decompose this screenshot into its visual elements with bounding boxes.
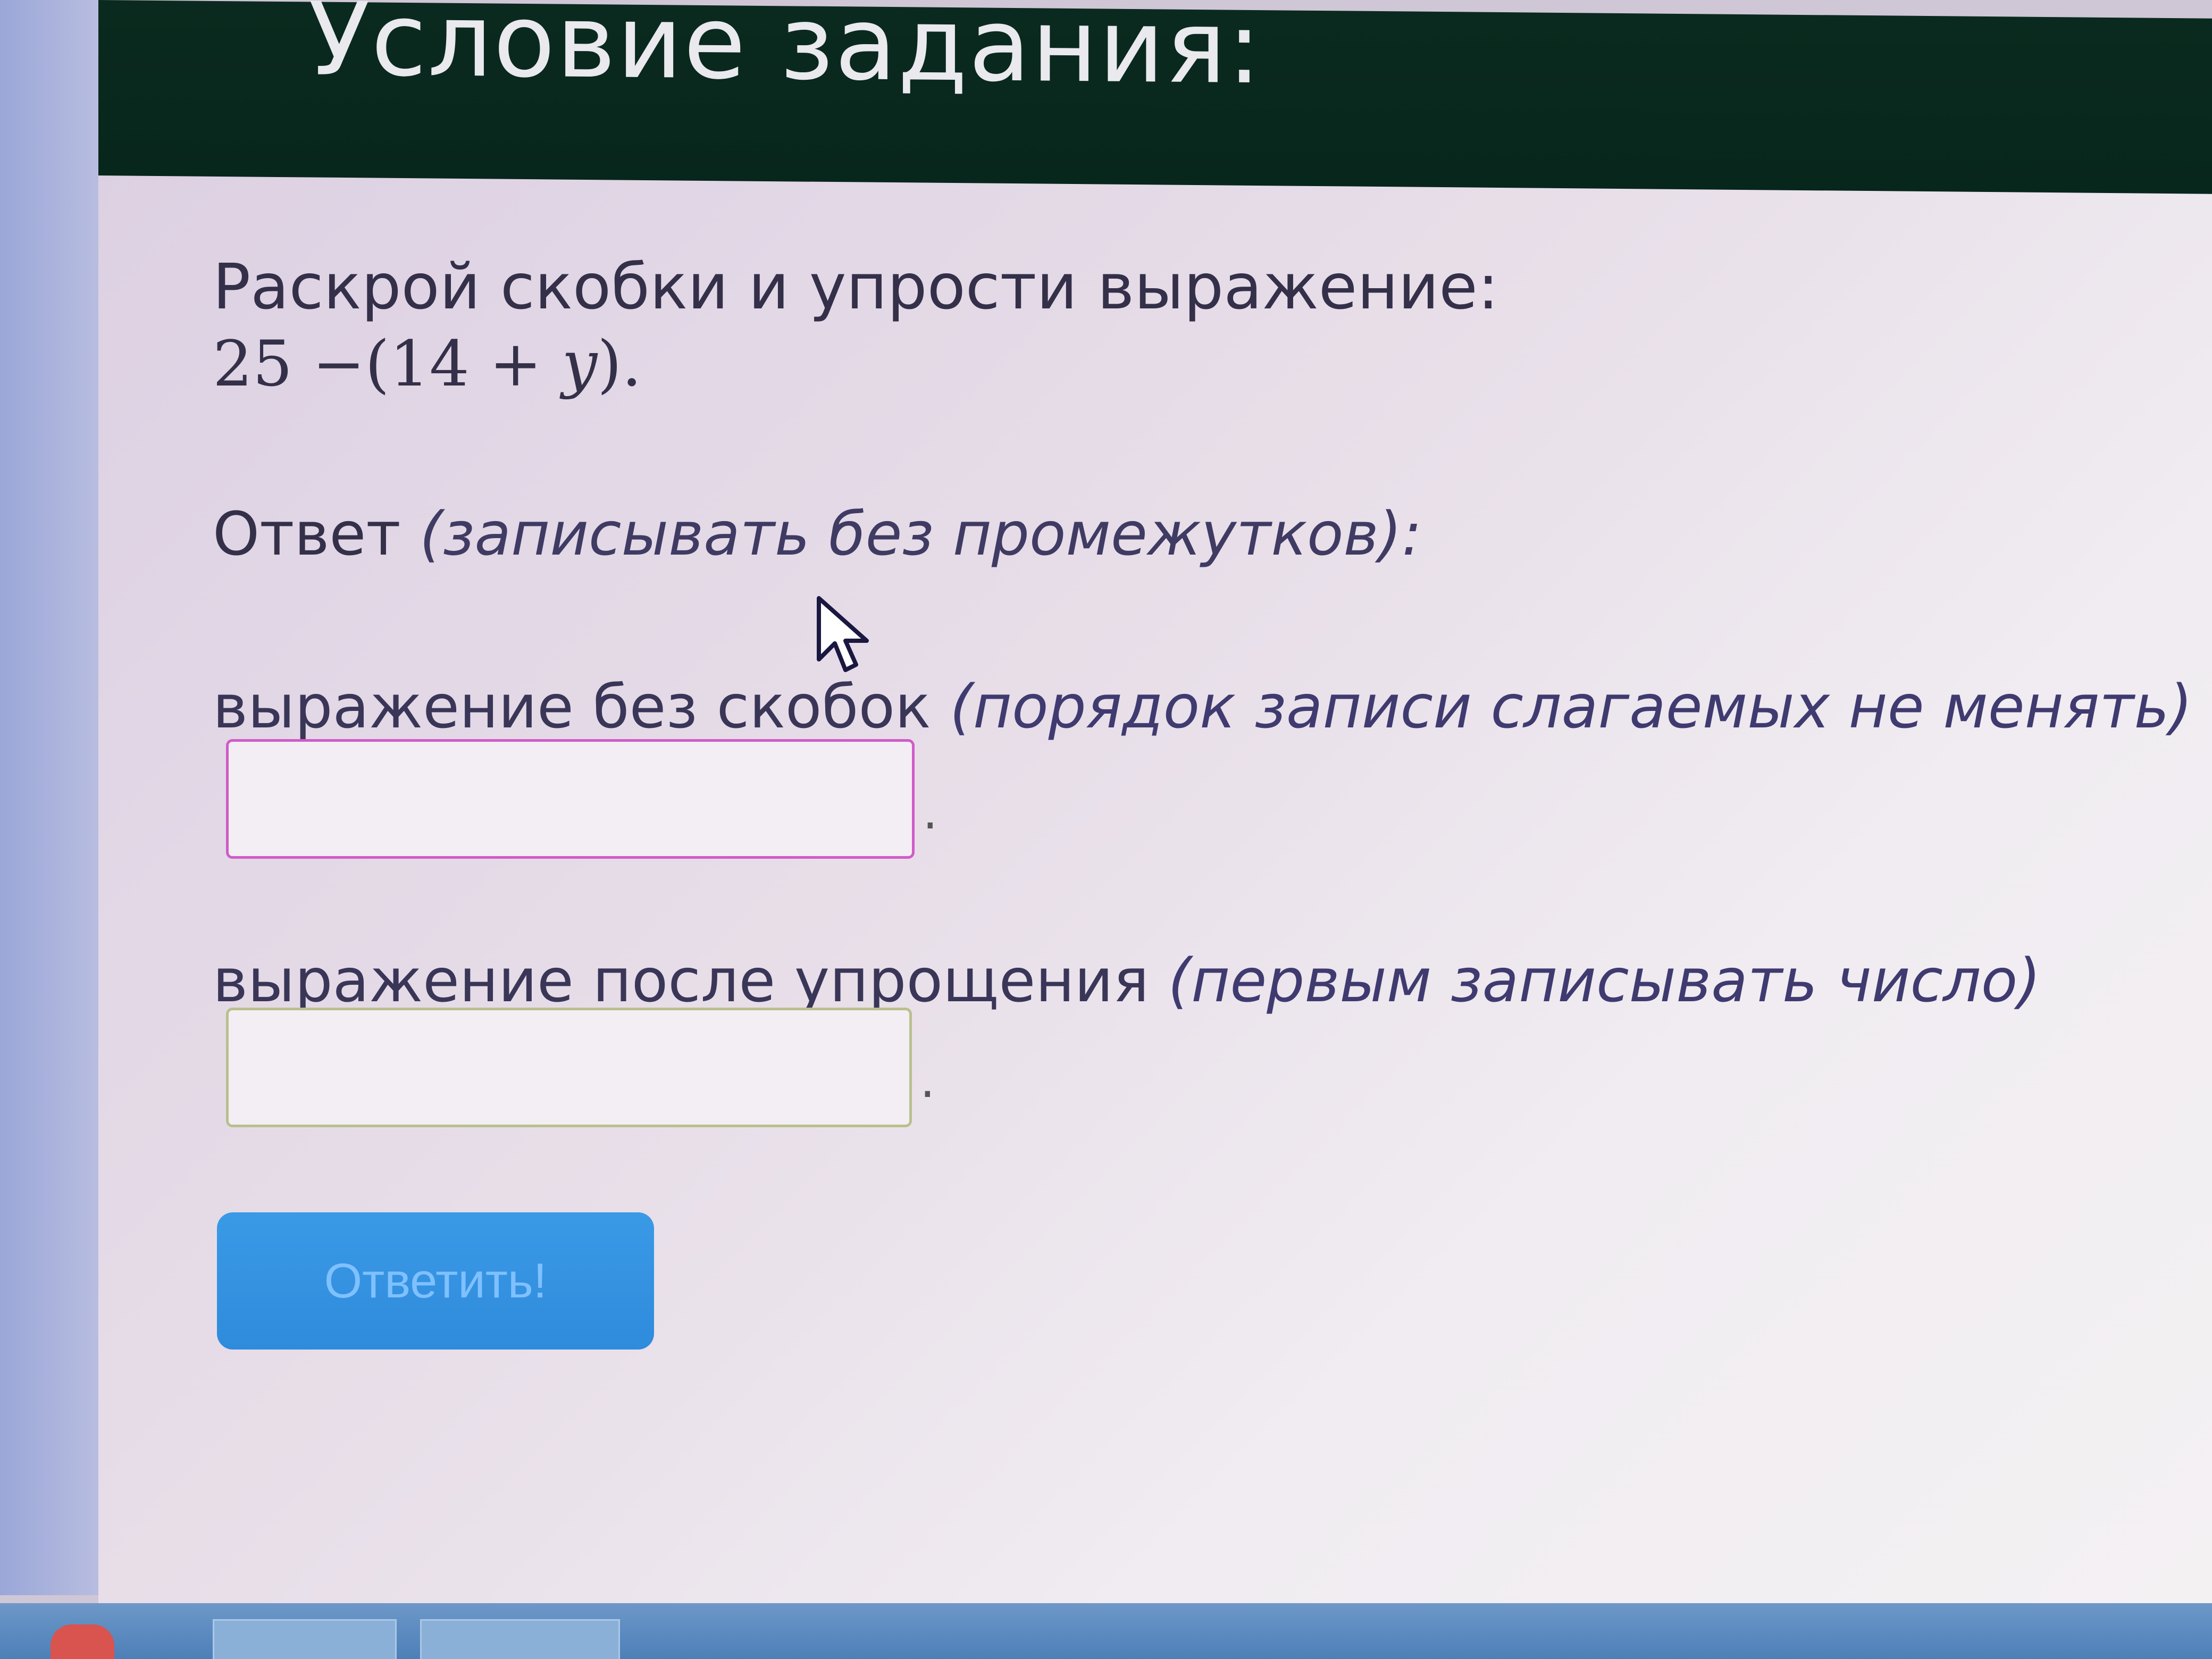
submit-button[interactable]: Ответить! (217, 1212, 654, 1350)
screen: Условие задания: Раскрой скобки и упрост… (0, 0, 2212, 1659)
expression-prefix: 25 −(14 + (213, 327, 562, 400)
expression-variable: y (562, 327, 598, 400)
start-button[interactable] (51, 1624, 114, 1659)
field-label-hint: (порядок записи слагаемых не менять) (950, 673, 2193, 742)
mouse-pointer-icon (817, 596, 869, 672)
answer-label-hint: (записывать без промежутков): (420, 500, 1422, 569)
trailing-period: . (923, 784, 938, 840)
header-bar: Условие задания: (98, 0, 2212, 194)
expression-suffix: ). (597, 327, 642, 400)
field-label-simplified: выражение после упрощения (первым записы… (213, 946, 2041, 1016)
answer-label: Ответ (записывать без промежутков): (213, 500, 1422, 569)
page-title: Условие задания: (308, 0, 1262, 107)
expression-without-brackets-input[interactable] (226, 739, 915, 859)
field-label-no-brackets: выражение без скобок (порядок записи сла… (213, 673, 2192, 742)
simplified-expression-input[interactable] (226, 1008, 912, 1127)
taskbar (0, 1603, 2212, 1659)
math-expression: 25 −(14 + y). (213, 327, 642, 400)
trailing-period: . (920, 1053, 935, 1109)
field-label-main: выражение без скобок (213, 673, 950, 742)
taskbar-item[interactable] (213, 1619, 397, 1659)
answer-label-main: Ответ (213, 500, 420, 569)
left-bezel (0, 0, 98, 1595)
task-instruction: Раскрой скобки и упрости выражение: (213, 250, 1499, 323)
field-label-main: выражение после упрощения (213, 946, 1168, 1016)
field-label-hint: (первым записывать число) (1168, 946, 2041, 1016)
taskbar-item[interactable] (420, 1619, 620, 1659)
